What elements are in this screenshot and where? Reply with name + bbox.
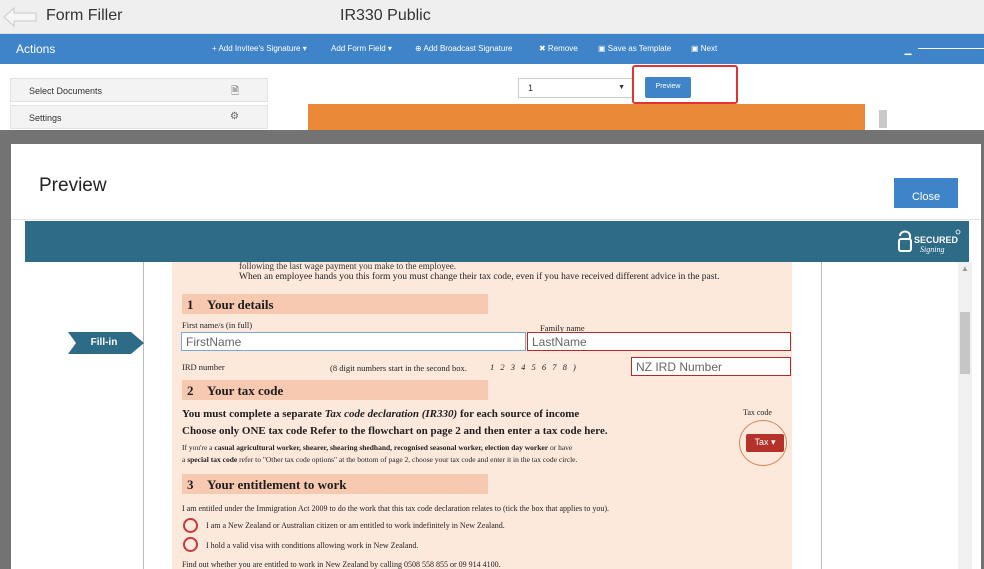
add-broadcast-signature-label: Add Broadcast Signature — [423, 44, 513, 53]
modal-scrollbar-thumb[interactable] — [960, 312, 970, 374]
section-number: 3 — [187, 477, 194, 492]
first-name-label: First name/s (in full) — [182, 320, 253, 330]
settings-label: Settings — [29, 113, 62, 123]
page-select-value: 1 — [528, 83, 534, 93]
text-line: following the last wage payment you make… — [239, 261, 456, 271]
ird-hint: (8 digit numbers start in the second box… — [330, 363, 467, 373]
document-title: IR330 Public — [340, 7, 431, 24]
visa-radio[interactable] — [183, 537, 198, 552]
first-name-field[interactable]: FirstName — [181, 332, 526, 351]
text-span: casual agricultural worker, shearer, she… — [214, 443, 549, 452]
add-invitee-signature-button[interactable]: + Add Invitee's Signature ▾ — [212, 44, 307, 53]
section-number: 2 — [187, 383, 194, 398]
modal-header: Preview Close — [11, 144, 981, 220]
left-panel: Select Documents 🗎 Settings ⚙ — [10, 74, 268, 130]
save-icon: ▣ — [598, 44, 608, 53]
document-icon: 🗎 — [230, 86, 239, 97]
settings-item[interactable]: Settings ⚙ — [10, 105, 268, 129]
tax-code-dropdown[interactable]: Tax ▾ — [746, 434, 784, 452]
back-arrow-icon[interactable] — [2, 6, 38, 28]
citizen-radio[interactable] — [183, 518, 198, 533]
close-button[interactable]: Close — [894, 178, 958, 208]
section-title: Your entitlement to work — [207, 477, 347, 492]
page-select[interactable]: 1 ▼ — [518, 78, 634, 98]
document-thumbnail — [308, 104, 865, 130]
page-edge-right — [821, 262, 822, 569]
background-scrollbar-thumb[interactable] — [879, 110, 887, 128]
entitlement-line: I am entitled under the Immigration Act … — [182, 504, 609, 513]
scroll-up-icon[interactable]: ▲ — [961, 264, 969, 273]
highlight-box — [632, 65, 738, 104]
section-title: Your details — [207, 297, 274, 312]
text-span: If you're a — [182, 443, 215, 452]
text-line: When an employee hands you this form you… — [239, 272, 720, 282]
choose-tax-code-line: Choose only ONE tax code Refer to the fl… — [182, 425, 608, 437]
document-page: following the last wage payment you make… — [172, 261, 792, 569]
separate-declaration-line: You must complete a separate Tax code de… — [182, 408, 579, 420]
section-1-header: 1 Your details — [182, 294, 488, 314]
preview-modal: Preview Close SECURED Signing Fill-in fo… — [11, 144, 981, 569]
fill-in-label: Fill-in — [90, 337, 118, 348]
ird-digits-example: 1 2 3 4 5 6 7 8 ) — [490, 362, 578, 372]
tax-code-label: Tax code — [743, 408, 772, 417]
save-as-template-label: Save as Template — [607, 44, 672, 53]
save-as-template-button[interactable]: ▣ Save as Template — [598, 44, 671, 53]
remove-button[interactable]: ✖ Remove — [539, 44, 578, 53]
collapse-line — [918, 48, 984, 49]
modal-scrollbar[interactable]: ▲ — [958, 262, 972, 569]
add-form-field-button[interactable]: Add Form Field ▾ — [331, 44, 392, 53]
select-documents-item[interactable]: Select Documents 🗎 — [10, 78, 268, 102]
text-span: refer to "Other tax code options" at the… — [237, 455, 578, 464]
next-button[interactable]: ▣ Next — [691, 44, 717, 53]
background-scrollbar[interactable] — [878, 100, 888, 130]
action-bar: Actions + Add Invitee's Signature ▾ Add … — [0, 34, 984, 64]
svg-text:Signing: Signing — [920, 245, 944, 254]
page-edge-left — [143, 262, 144, 569]
last-name-field[interactable]: LastName — [527, 332, 791, 351]
ird-number-label: IRD number — [182, 362, 225, 372]
select-documents-label: Select Documents — [29, 86, 103, 96]
next-icon: ▣ — [691, 44, 701, 53]
secured-signing-logo: SECURED Signing — [898, 229, 961, 254]
section-2-header: 2 Your tax code — [182, 380, 488, 400]
title-bar: Form Filler IR330 Public — [0, 0, 984, 34]
section-title: Your tax code — [207, 383, 284, 398]
section-number: 1 — [187, 297, 194, 312]
section-3-header: 3 Your entitlement to work — [182, 474, 488, 494]
next-label: Next — [700, 44, 718, 53]
find-out-line: Find out whether you are entitled to wor… — [182, 560, 501, 569]
collapse-button[interactable]: − — [904, 46, 912, 62]
ird-number-field[interactable]: NZ IRD Number — [631, 357, 791, 376]
actions-label: Actions — [16, 42, 56, 56]
app-title: Form Filler — [46, 7, 123, 24]
text-span: for each source of income — [457, 408, 580, 420]
text-span: You must complete a separate — [182, 408, 325, 420]
svg-text:SECURED: SECURED — [914, 235, 959, 245]
signing-header-band — [25, 221, 969, 262]
gear-icon: ⚙ — [230, 111, 239, 122]
special-tax-code-line: a special tax code refer to "Other tax c… — [182, 455, 577, 464]
modal-title: Preview — [39, 175, 107, 196]
special-workers-line: If you're a casual agricultural worker, … — [182, 443, 572, 452]
text-span: Tax code declaration (IR330) — [324, 408, 458, 420]
visa-option-label: I hold a valid visa with conditions allo… — [206, 541, 419, 550]
citizen-option-label: I am a New Zealand or Australian citizen… — [206, 521, 505, 530]
text-span: special tax code — [187, 455, 238, 464]
caret-down-icon: ▼ — [618, 84, 625, 91]
add-broadcast-signature-button[interactable]: ⊕ Add Broadcast Signature — [415, 44, 512, 53]
text-span: or have — [548, 443, 573, 452]
